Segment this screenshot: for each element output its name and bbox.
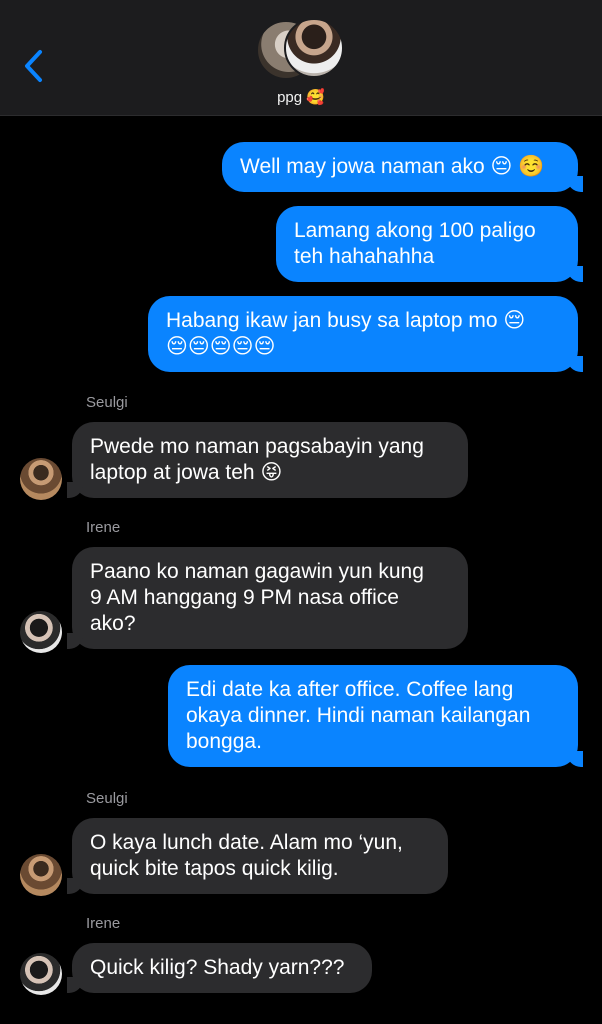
- outgoing-message[interactable]: Well may jowa naman ako 😔 ☺️: [222, 142, 583, 192]
- sender-name: Seulgi: [86, 790, 128, 807]
- avatar[interactable]: [20, 611, 62, 653]
- outgoing-message[interactable]: Edi date ka after office. Coffee lang ok…: [168, 665, 583, 767]
- avatar[interactable]: [20, 854, 62, 896]
- avatar[interactable]: [20, 953, 62, 995]
- chat-header: ppg 🥰: [0, 0, 602, 116]
- incoming-message[interactable]: O kaya lunch date. Alam mo ‘yun, quick b…: [67, 818, 448, 894]
- message-text: O kaya lunch date. Alam mo ‘yun, quick b…: [90, 831, 403, 880]
- message-text: Lamang akong 100 paligo teh hahahahha: [294, 219, 536, 268]
- message-text: Well may jowa naman ako 😔 ☺️: [240, 155, 545, 178]
- message-text: Quick kilig? Shady yarn???: [90, 956, 345, 979]
- group-name[interactable]: ppg 🥰: [0, 88, 602, 106]
- incoming-message[interactable]: Pwede mo naman pagsabayin yang laptop at…: [67, 422, 468, 498]
- avatar[interactable]: [20, 458, 62, 500]
- sender-name: Irene: [86, 519, 121, 536]
- sender-name: Seulgi: [86, 394, 128, 411]
- sender-name: Irene: [86, 915, 121, 932]
- back-button[interactable]: [18, 46, 52, 86]
- member-avatar: [284, 18, 344, 78]
- incoming-message[interactable]: Quick kilig? Shady yarn???: [67, 943, 372, 993]
- incoming-message[interactable]: Paano ko naman gagawin yun kung 9 AM han…: [67, 547, 468, 649]
- chevron-left-icon: [25, 50, 42, 82]
- message-text: Pwede mo naman pagsabayin yang laptop at…: [90, 435, 424, 484]
- outgoing-message[interactable]: Habang ikaw jan busy sa laptop mo 😔 😔😔😔😔…: [148, 296, 583, 372]
- message-text: Habang ikaw jan busy sa laptop mo 😔 😔😔😔😔…: [166, 309, 526, 358]
- outgoing-message[interactable]: Lamang akong 100 paligo teh hahahahha: [276, 206, 583, 282]
- message-text: Edi date ka after office. Coffee lang ok…: [186, 678, 531, 753]
- group-avatar[interactable]: [256, 18, 348, 80]
- message-text: Paano ko naman gagawin yun kung 9 AM han…: [90, 560, 424, 635]
